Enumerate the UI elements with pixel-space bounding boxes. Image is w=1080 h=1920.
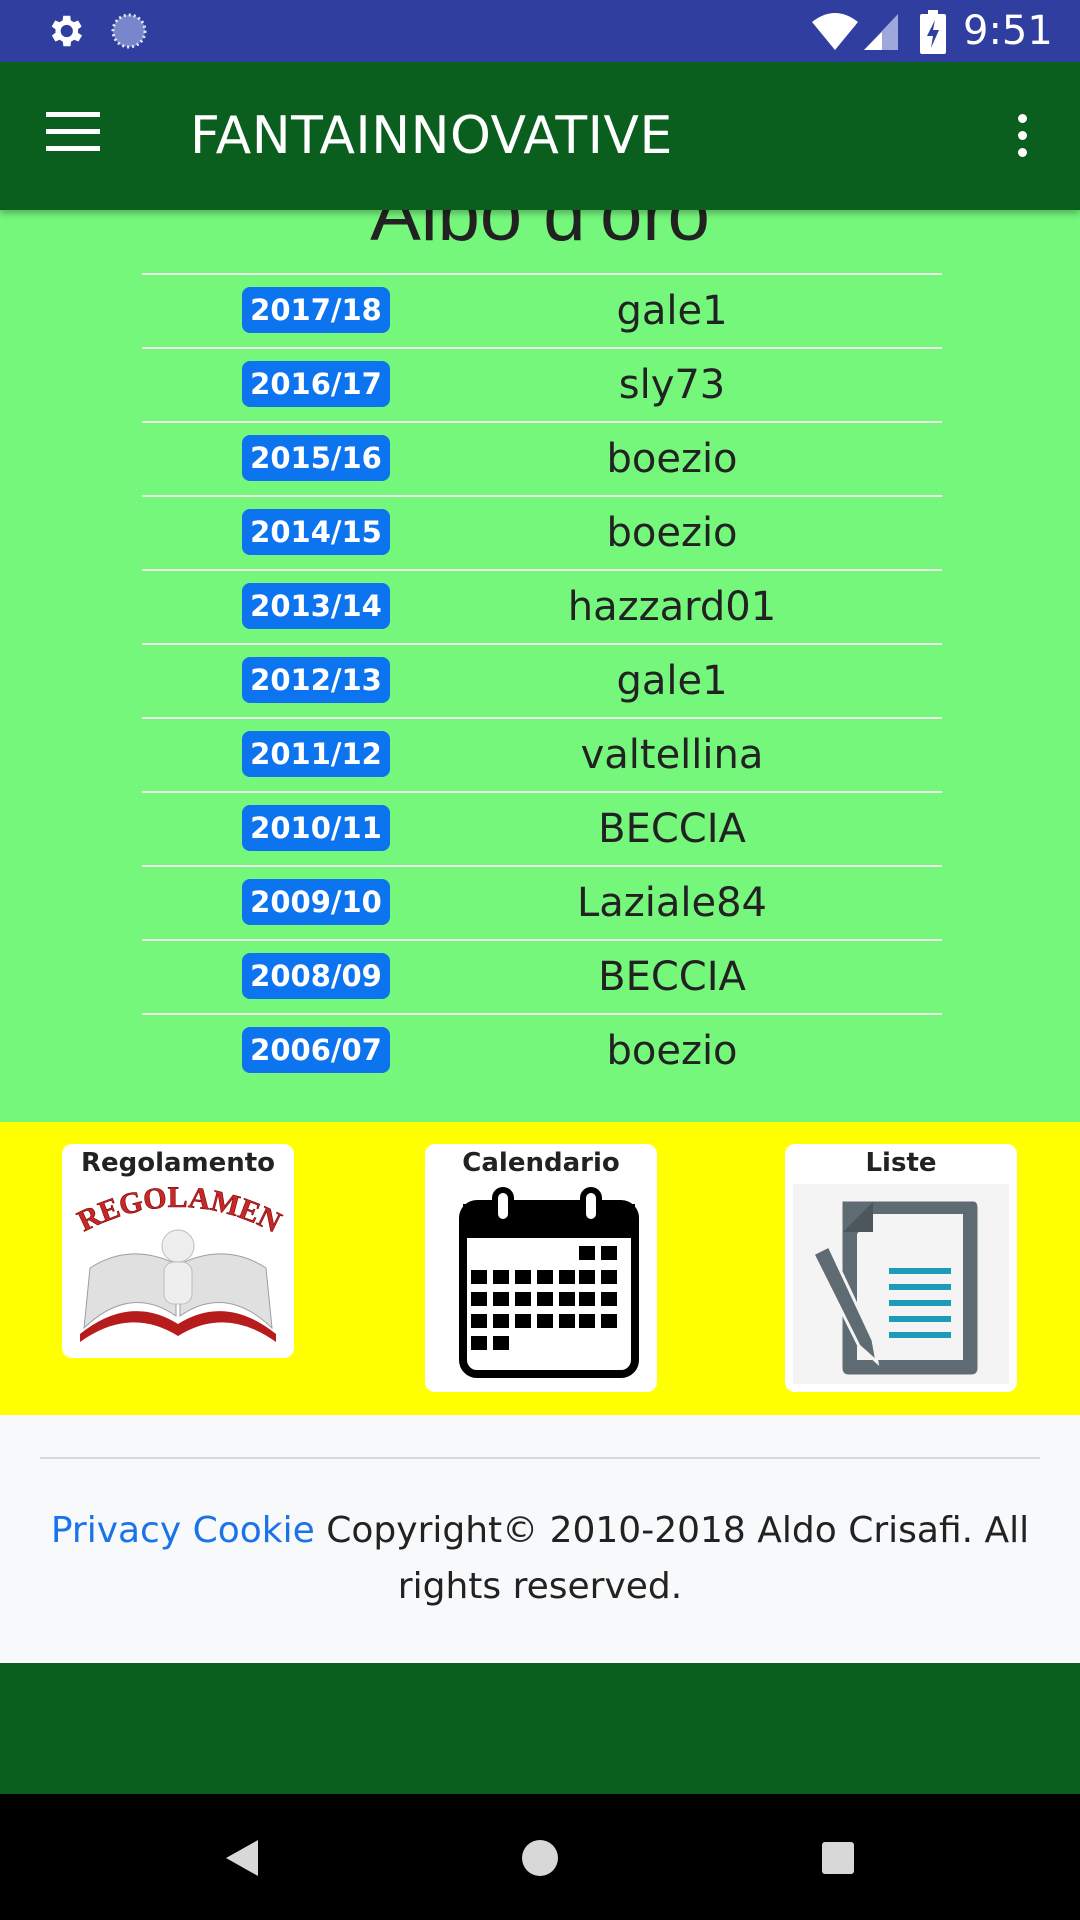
winner-name: valtellina	[580, 732, 764, 778]
bottom-band	[0, 1663, 1080, 1794]
calendar-icon	[459, 1187, 639, 1378]
table-row: 2009/10 Laziale84	[142, 867, 942, 941]
system-nav-bar	[0, 1794, 1080, 1920]
calendario-label: Calendario	[462, 1148, 620, 1178]
battery-icon	[920, 10, 946, 54]
winner-name: BECCIA	[598, 954, 746, 1000]
winner-name: boezio	[606, 436, 738, 482]
recents-icon[interactable]	[810, 1830, 866, 1886]
season-badge: 2006/07	[242, 1027, 390, 1073]
table-row: 2016/17 sly73	[142, 349, 942, 423]
winner-name: boezio	[606, 510, 738, 556]
home-icon[interactable]	[512, 1830, 568, 1886]
hall-of-fame-table: 2017/18 gale1 2016/17 sly73 2015/16 boezio …	[142, 273, 942, 1087]
season-badge: 2012/13	[242, 657, 390, 703]
regolamento-button[interactable]: Regolamento REGOLAMENTO	[62, 1144, 294, 1358]
table-row: 2010/11 BECCIA	[142, 793, 942, 867]
status-bar: 9:51	[0, 0, 1080, 62]
more-vert-icon[interactable]	[1010, 114, 1034, 162]
winner-name: sly73	[618, 362, 726, 408]
rulebook-icon: REGOLAMENTO	[70, 1184, 286, 1342]
winner-name: boezio	[606, 1028, 738, 1074]
document-list-icon	[793, 1184, 1009, 1384]
footer-text: Privacy Cookie Copyright© 2010-2018 Aldo…	[40, 1503, 1040, 1615]
season-badge: 2013/14	[242, 583, 390, 629]
table-row: 2011/12 valtellina	[142, 719, 942, 793]
regolamento-label: Regolamento	[80, 1148, 276, 1178]
table-row: 2008/09 BECCIA	[142, 941, 942, 1015]
season-badge: 2015/16	[242, 435, 390, 481]
season-badge: 2009/10	[242, 879, 390, 925]
table-row: 2015/16 boezio	[142, 423, 942, 497]
season-badge: 2016/17	[242, 361, 390, 407]
season-badge: 2014/15	[242, 509, 390, 555]
winner-name: Laziale84	[576, 880, 768, 926]
liste-button[interactable]: Liste	[785, 1144, 1017, 1392]
season-badge: 2008/09	[242, 953, 390, 999]
table-row: 2014/15 boezio	[142, 497, 942, 571]
circle-icon	[111, 13, 147, 49]
back-icon[interactable]	[214, 1830, 270, 1886]
calendario-button[interactable]: Calendario	[425, 1144, 657, 1392]
season-badge: 2010/11	[242, 805, 390, 851]
winner-name: gale1	[616, 658, 728, 704]
app-bar: FANTAINNOVATIVE	[0, 62, 1080, 210]
liste-label: Liste	[865, 1148, 937, 1178]
status-time: 9:51	[963, 8, 1053, 54]
shortcuts-bar: Regolamento REGOLAMENTO Calendario	[0, 1122, 1080, 1415]
winner-name: BECCIA	[598, 806, 746, 852]
table-row: 2006/07 boezio	[142, 1015, 942, 1087]
footer-divider	[40, 1457, 1040, 1459]
table-row: 2012/13 gale1	[142, 645, 942, 719]
signal-icon	[864, 14, 898, 50]
section-title: Albo d'oro	[370, 210, 710, 257]
season-badge: 2017/18	[242, 287, 390, 333]
hamburger-icon[interactable]	[46, 112, 100, 152]
privacy-cookie-link[interactable]: Privacy Cookie	[51, 1510, 315, 1551]
footer: Privacy Cookie Copyright© 2010-2018 Aldo…	[0, 1415, 1080, 1663]
winner-name: gale1	[616, 288, 728, 334]
winner-name: hazzard01	[567, 584, 777, 630]
season-badge: 2011/12	[242, 731, 390, 777]
hall-of-fame-section: Albo d'oro 2017/18 gale1 2016/17 sly73 201…	[0, 210, 1080, 1122]
table-row: 2017/18 gale1	[142, 275, 942, 349]
app-title: FANTAINNOVATIVE	[190, 106, 673, 166]
gear-icon	[51, 15, 82, 47]
copyright-text: Copyright© 2010-2018 Aldo Crisafi. All r…	[326, 1510, 1030, 1607]
table-row: 2013/14 hazzard01	[142, 571, 942, 645]
wifi-icon	[812, 13, 858, 50]
